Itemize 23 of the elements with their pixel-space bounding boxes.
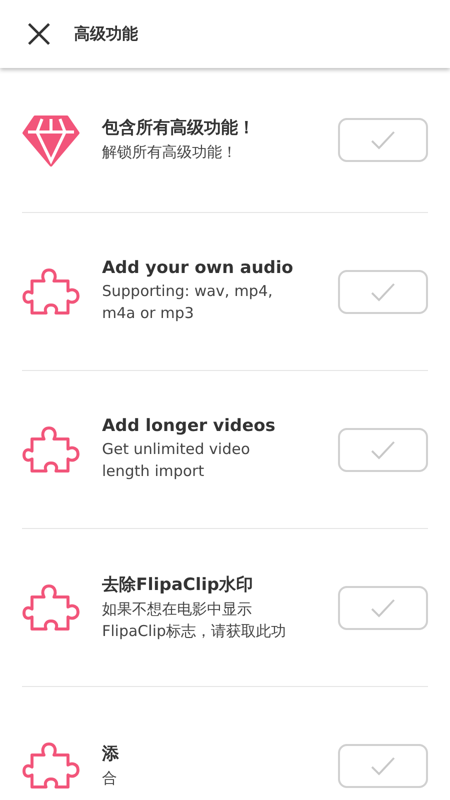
feature-description: Supporting: wav, mp4, m4a or mp3 xyxy=(102,281,274,324)
checkbox[interactable] xyxy=(338,270,428,314)
feature-title: 去除FlipaClip水印 xyxy=(102,574,254,596)
feature-title: Add longer videos xyxy=(102,416,276,436)
feature-title: 添 xyxy=(102,742,120,765)
page-title: 高级功能 xyxy=(74,24,138,44)
feature-title: Add your own audio xyxy=(102,258,294,278)
check-icon xyxy=(370,598,396,618)
feature-description: 解锁所有高级功能！ xyxy=(102,142,238,164)
feature-title: 包含所有高级功能！ xyxy=(102,117,256,140)
check-icon xyxy=(370,756,396,776)
check-icon xyxy=(370,440,396,460)
check-icon xyxy=(370,282,396,302)
close-icon xyxy=(26,21,52,47)
checkbox[interactable] xyxy=(338,586,428,630)
feature-description: 合 xyxy=(102,768,118,789)
checkbox[interactable] xyxy=(338,744,428,788)
close-button[interactable] xyxy=(26,21,52,47)
checkbox[interactable] xyxy=(338,428,428,472)
feature-description: 如果不想在电影中显示FlipaClip标志，请获取此功 xyxy=(102,598,288,642)
check-icon xyxy=(370,130,396,150)
checkbox[interactable] xyxy=(338,118,428,162)
feature-description: Get unlimited video length import xyxy=(102,439,252,482)
